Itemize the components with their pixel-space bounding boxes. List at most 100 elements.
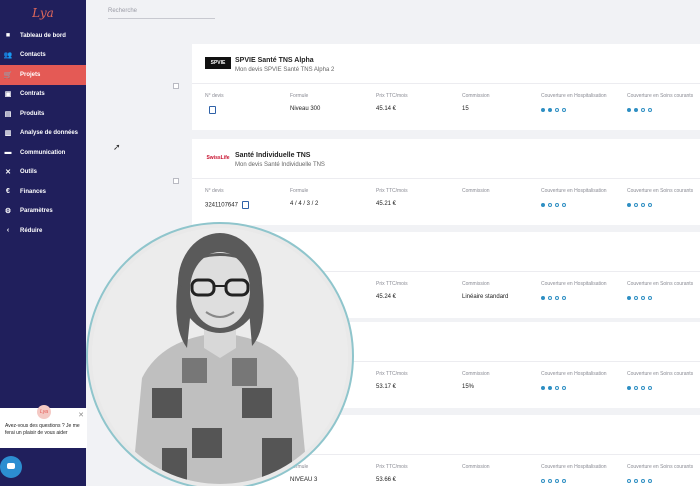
col-value: 45.21 € (376, 201, 408, 207)
nav-icon: 🛒 (3, 71, 13, 79)
copy-icon[interactable] (209, 106, 216, 114)
col-value: Linéaire standard (462, 294, 508, 300)
rating-dots (627, 203, 693, 207)
logo-text: Lya (32, 6, 54, 20)
col-soins: Couverture en Soins courants (627, 93, 693, 112)
nav-icon: ▬ (4, 149, 12, 157)
nav-icon: 👥 (3, 52, 13, 60)
offer-card[interactable]: SPVIE SPVIE Santé TNS Alpha Mon devis SPVI… (192, 44, 700, 130)
sidebar-item-9[interactable]: ⚙ Paramètres (0, 202, 86, 222)
sidebar-item-0[interactable]: ■ Tableau de bord (0, 26, 86, 46)
col-prix: Prix TTC/mois 53.17 € (376, 371, 408, 390)
portrait-photo (86, 222, 354, 486)
col-hospitalisation: Couverture en Hospitalisation (541, 371, 607, 390)
rating-dots (541, 203, 607, 207)
card-subtitle: Mon devis SPVIE Santé TNS Alpha 2 (235, 67, 335, 73)
col-prix: Prix TTC/mois 45.21 € (376, 188, 408, 207)
value-text: Linéaire standard (462, 294, 509, 300)
rating-dot (548, 479, 552, 483)
nav-icon: ‹ (6, 227, 10, 235)
col-label: Couverture en Soins courants (627, 281, 694, 287)
col-soins: Couverture en Soins courants (627, 371, 693, 390)
rating-dot (634, 296, 638, 300)
sidebar-item-2[interactable]: 🛒 Projets (0, 65, 86, 85)
nav-icon: ▥ (4, 130, 12, 138)
select-checkbox[interactable] (173, 178, 179, 184)
rating-dot (634, 386, 638, 390)
select-checkbox[interactable] (173, 83, 179, 89)
col-label: Prix TTC/mois (376, 281, 408, 287)
rating-dot (648, 108, 652, 112)
rating-dot (548, 203, 552, 207)
col-label: Commission (462, 93, 490, 99)
rating-dot (555, 386, 559, 390)
sidebar-item-label: Contrats (20, 91, 45, 98)
col-value: 3241107647 (205, 201, 249, 209)
sidebar-item-10[interactable]: ‹ Réduire (0, 221, 86, 241)
col-label: Prix TTC/mois (376, 371, 408, 377)
card-subtitle: Mon devis Santé Individuelle TNS (235, 162, 325, 168)
value-text: 45.24 € (376, 294, 397, 300)
card-header: SPVIE SPVIE Santé TNS Alpha Mon devis SPVI… (192, 44, 700, 84)
rating-dot (562, 386, 566, 390)
sidebar-item-3[interactable]: ▣ Contrats (0, 85, 86, 105)
nav-icon: ■ (5, 32, 11, 40)
nav-icon: ✕ (5, 169, 11, 177)
sidebar-item-7[interactable]: ✕ Outils (0, 163, 86, 183)
card-details: N° devis 3241107647 Formule 4 / 4 / 3 / 2 Pr… (192, 179, 700, 229)
brand-logo: SwissLife (206, 154, 230, 161)
rating-dot (562, 108, 566, 112)
value-text: NIVEAU 3 (290, 477, 318, 483)
rating-dots (627, 296, 693, 300)
nav-icon: ▤ (4, 110, 12, 118)
copy-icon[interactable] (241, 201, 249, 209)
value-text: 4 / 4 / 3 / 2 (290, 201, 319, 207)
col-hospitalisation: Couverture en Hospitalisation (541, 188, 607, 207)
value-text: 15% (462, 384, 475, 390)
value-text: 3241107647 (205, 202, 238, 209)
logo[interactable]: Lya (0, 0, 86, 26)
value-text: Niveau 300 (290, 106, 321, 112)
rating-dot (548, 108, 552, 112)
search-input[interactable]: Recherche (108, 5, 215, 19)
offer-card[interactable]: SwissLife Santé Individuelle TNS Mon devis… (192, 139, 700, 225)
sidebar-nav: ■ Tableau de bord 👥 Contacts 🛒 Projets ▣ Contra… (0, 26, 86, 241)
card-details: N° devis Formule Niveau 300 Prix TTC/mois 45… (192, 84, 700, 134)
sidebar-item-label: Communication (20, 149, 66, 156)
portrait-image (92, 228, 348, 484)
col-hospitalisation: Couverture en Hospitalisation (541, 281, 607, 300)
chat-popup: Lya ✕ Avez-vous des questions ? Je me fe… (0, 405, 87, 448)
col-soins: Couverture en Soins courants (627, 464, 693, 483)
col-commission: Commission 15 (462, 93, 490, 112)
nav-icon: ▣ (4, 91, 12, 99)
col-value: Niveau 300 (290, 106, 320, 112)
col-prix: Prix TTC/mois 45.24 € (376, 281, 408, 300)
value-text: 53.17 € (376, 384, 397, 390)
col-label: Couverture en Soins courants (627, 188, 694, 194)
sidebar-item-5[interactable]: ▥ Analyse de données (0, 124, 86, 144)
col-label: Couverture en Hospitalisation (541, 188, 607, 194)
col-prix: Prix TTC/mois 53.66 € (376, 464, 408, 483)
card-title: SPVIE Santé TNS Alpha (235, 57, 314, 64)
col-value: 45.14 € (376, 106, 408, 112)
col-formule: Formule Niveau 300 (290, 93, 320, 112)
close-icon[interactable]: ✕ (78, 411, 84, 419)
card-header: SwissLife Santé Individuelle TNS Mon devis… (192, 139, 700, 179)
rating-dot (627, 296, 631, 300)
col-label: Formule (290, 188, 309, 194)
sidebar-item-label: Tableau de bord (20, 32, 66, 39)
rating-dot (541, 203, 545, 207)
col-label: N° devis (205, 188, 224, 194)
rating-dot (648, 203, 652, 207)
chat-button[interactable] (0, 456, 22, 478)
sidebar-item-1[interactable]: 👥 Contacts (0, 46, 86, 66)
col-hospitalisation: Couverture en Hospitalisation (541, 93, 607, 112)
sidebar-item-label: Réduire (20, 227, 43, 234)
sidebar-item-6[interactable]: ▬ Communication (0, 143, 86, 163)
col-label: Couverture en Hospitalisation (541, 93, 607, 99)
col-value (205, 106, 224, 114)
col-prix: Prix TTC/mois 45.14 € (376, 93, 408, 112)
col-value: 45.24 € (376, 294, 408, 300)
sidebar-item-8[interactable]: € Finances (0, 182, 86, 202)
sidebar-item-4[interactable]: ▤ Produits (0, 104, 86, 124)
